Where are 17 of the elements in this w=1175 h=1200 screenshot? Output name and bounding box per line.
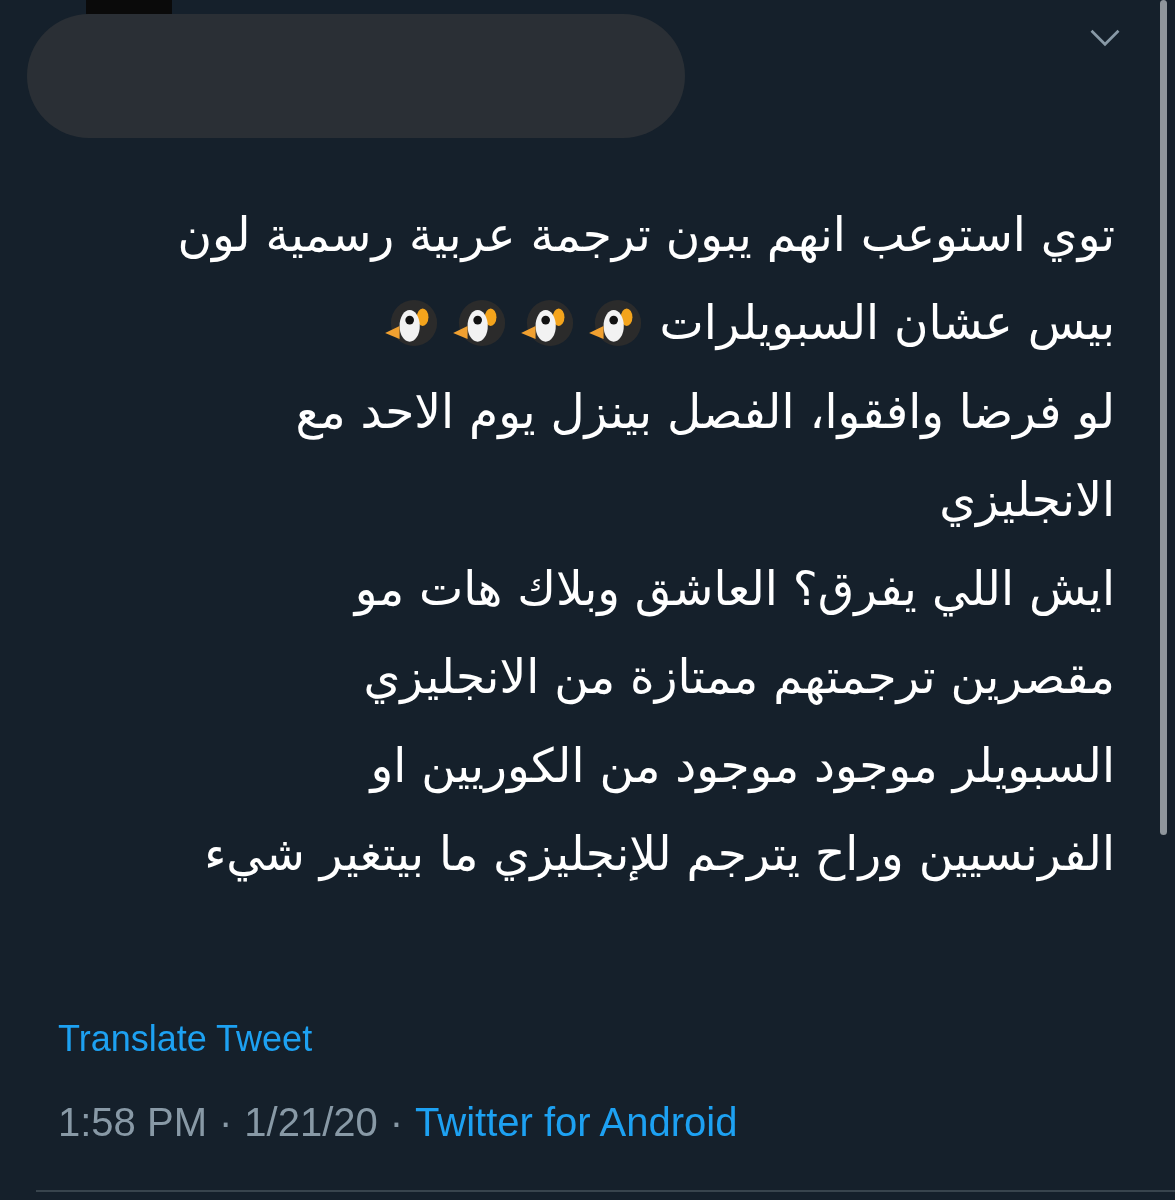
tweet-text: توي استوعب انهم يبون ترجمة عربية رسمية لون <box>177 206 1115 262</box>
tweet-text: مقصرين ترجمتهم ممتازة من الانجليزي <box>363 649 1115 705</box>
scrollbar[interactable] <box>1160 0 1167 835</box>
source-link[interactable]: Twitter for Android <box>415 1100 738 1145</box>
tweet-text: بيس عشان السبويلرات <box>659 295 1115 351</box>
avatar[interactable] <box>86 0 172 14</box>
tweet-text: السبويلر موجود موجود من الكوريين او <box>370 737 1115 793</box>
tweet-time: 1:58 PM <box>58 1100 207 1145</box>
separator-dot: · <box>389 1100 404 1145</box>
tweet-text: الفرنسيين وراح يترجم للإنجليزي ما بيتغير شيء <box>204 826 1115 882</box>
tweet-text: ايش اللي يفرق؟ العاشق وبلاك هات مو <box>354 560 1115 616</box>
tweet-text: لو فرضا وافقوا، الفصل بينزل يوم الاحد مع <box>295 383 1115 439</box>
separator-dot: · <box>218 1100 233 1145</box>
translate-link[interactable]: Translate Tweet <box>58 1018 313 1060</box>
chevron-down-icon[interactable] <box>1089 29 1121 47</box>
tweet-date: 1/21/20 <box>244 1100 378 1145</box>
tweet-text: الانجليزي <box>939 472 1115 528</box>
